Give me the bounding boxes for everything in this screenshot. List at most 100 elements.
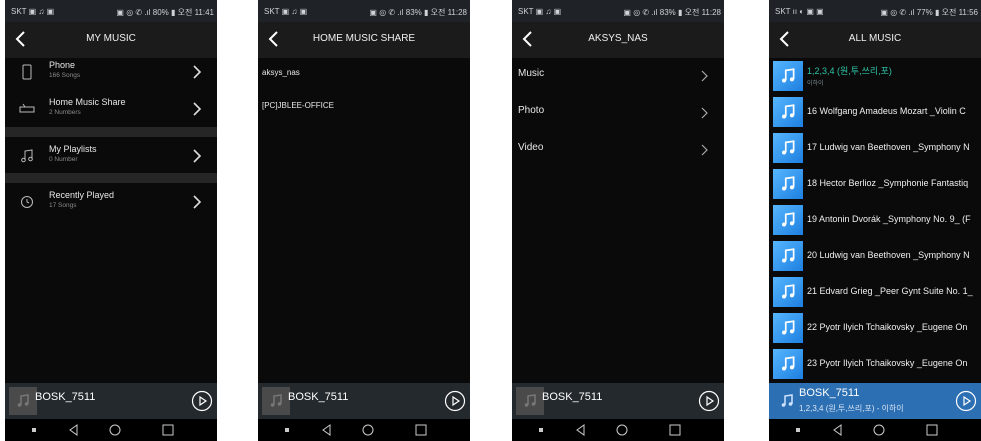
song-title: 16 Wolfgang Amadeus Mozart _Violin C [807,106,966,116]
play-button-icon[interactable] [191,390,213,412]
device-name: BOSK_7511 [799,387,860,399]
mini-player[interactable]: BOSK_7511 1,2,3,4 (원,투,쓰리,포) - 이하이 [769,383,981,419]
music-note-icon [781,394,793,407]
overview-square-icon[interactable] [925,423,939,437]
menu-item-label: Home Music Share [49,97,126,107]
music-note-icon [21,149,33,163]
song-title: 17 Ludwig van Beethoven _Symphony N [807,142,970,152]
album-art [773,277,803,307]
home-circle-icon[interactable] [872,423,886,437]
overview-square-icon[interactable] [161,423,175,437]
play-button-icon[interactable] [955,390,977,412]
menu-item-home-music-share[interactable]: Home Music Share 2 Numbers [5,95,217,125]
album-art [773,133,803,163]
song-row[interactable]: 20 Ludwig van Beethoven _Symphony N [769,238,981,274]
album-art [516,387,544,415]
mini-player[interactable]: BOSK_7511 [512,383,724,419]
menu-item-my-playlists[interactable]: My Playlists 0 Number [5,142,217,172]
chevron-right-icon [701,70,708,82]
menu-list: Phone 166 Songs Home Music Share 2 Numbe… [5,58,217,383]
home-circle-icon[interactable] [615,423,629,437]
status-bar: SKT ▣ ♫ ▣ ▣ ◎ ✆ .ıl 80% ▮ 오전 11:41 [5,0,217,22]
folder-label: Music [518,68,545,79]
android-nav-bar [512,419,724,441]
menu-item-phone[interactable]: Phone 166 Songs [5,58,217,88]
song-title: 18 Hector Berlioz _Symphonie Fantastiq [807,178,969,188]
status-right: ▣ ◎ ✆ .ıl 80% ▮ 오전 11:41 [116,8,214,17]
music-note-icon [782,176,795,191]
back-triangle-icon[interactable] [320,423,334,437]
folder-item-music[interactable]: Music [512,62,724,86]
song-row[interactable]: 1,2,3,4 (원,투,쓰리,포) 이하이 [769,58,981,94]
recent-apps-dot-icon[interactable] [280,423,294,437]
folder-item-video[interactable]: Video [512,136,724,160]
page-title: AKSYS_NAS [588,33,648,44]
song-row[interactable]: 23 Pyotr Ilyich Tchaikovsky _Eugene On [769,346,981,382]
back-triangle-icon[interactable] [831,423,845,437]
folder-item-photo[interactable]: Photo [512,99,724,123]
section-divider [5,127,217,137]
menu-item-label: Phone [49,60,76,70]
status-left: SKT ▣ ♫ ▣ [11,7,55,16]
section-divider [5,173,217,183]
title-bar: HOME MUSIC SHARE [258,22,470,58]
recent-apps-dot-icon[interactable] [791,423,805,437]
device-name: BOSK_7511 [288,391,349,403]
mini-player[interactable]: BOSK_7511 [258,383,470,419]
back-triangle-icon[interactable] [574,423,588,437]
status-bar: SKT ıı ◐ ▣ ▣ ▣ ◎ ✆ .ıl 77% ▮ 오전 11:56 [769,0,981,22]
music-note-icon [782,68,795,83]
android-nav-bar [258,419,470,441]
server-item-pc-jblee-office[interactable]: [PC]JBLEE-OFFICE [262,101,334,110]
song-title: 23 Pyotr Ilyich Tchaikovsky _Eugene On [807,358,968,368]
music-note-icon [782,140,795,155]
home-circle-icon[interactable] [361,423,375,437]
page-title: HOME MUSIC SHARE [312,33,416,44]
status-bar: SKT ▣ ♫ ▣ ▣ ◎ ✆ .ıl 83% ▮ 오전 11:28 [512,0,724,22]
album-art [773,387,801,415]
screen-aksys-nas: SKT ▣ ♫ ▣ ▣ ◎ ✆ .ıl 83% ▮ 오전 11:28 AKSYS… [512,0,724,441]
song-row[interactable]: 22 Pyotr Ilyich Tchaikovsky _Eugene On [769,310,981,346]
chevron-right-icon [701,144,708,156]
music-note-icon [782,284,795,299]
play-button-icon[interactable] [698,390,720,412]
back-triangle-icon[interactable] [67,423,81,437]
title-bar: ALL MUSIC [769,22,981,58]
device-name: BOSK_7511 [542,391,603,403]
menu-item-label: My Playlists [49,144,97,154]
menu-item-recently-played[interactable]: Recently Played 17 Songs [5,188,217,218]
menu-item-count: 17 Songs [49,202,77,209]
recent-apps-dot-icon[interactable] [534,423,548,437]
server-item-aksys-nas[interactable]: aksys_nas [262,68,300,77]
album-art [773,61,803,91]
home-circle-icon[interactable] [108,423,122,437]
overview-square-icon[interactable] [668,423,682,437]
server-list: aksys_nas [PC]JBLEE-OFFICE [258,58,470,383]
android-nav-bar [5,419,217,441]
music-note-icon [782,212,795,227]
song-title: 1,2,3,4 (원,투,쓰리,포) [807,66,892,76]
play-button-icon[interactable] [444,390,466,412]
status-right: ▣ ◎ ✆ .ıl 77% ▮ 오전 11:56 [880,8,978,17]
song-row[interactable]: 19 Antonin Dvorák _Symphony No. 9_ (F [769,202,981,238]
status-right: ▣ ◎ ✆ .ıl 83% ▮ 오전 11:28 [369,8,467,17]
title-bar: AKSYS_NAS [512,22,724,58]
chevron-right-icon [193,65,202,79]
now-playing-track: 1,2,3,4 (원,투,쓰리,포) - 이하이 [799,404,904,413]
menu-item-label: Recently Played [49,190,115,200]
song-row[interactable]: 17 Ludwig van Beethoven _Symphony N [769,130,981,166]
page-title: ALL MUSIC [848,33,902,44]
music-note-icon [782,104,795,119]
song-row[interactable]: 18 Hector Berlioz _Symphonie Fantastiq [769,166,981,202]
overview-square-icon[interactable] [414,423,428,437]
music-note-icon [270,394,282,407]
recent-apps-dot-icon[interactable] [27,423,41,437]
mini-player[interactable]: BOSK_7511 [5,383,217,419]
song-row[interactable]: 21 Edvard Grieg _Peer Gynt Suite No. 1_ [769,274,981,310]
chevron-right-icon [701,107,708,119]
album-art [773,349,803,379]
song-row[interactable]: 16 Wolfgang Amadeus Mozart _Violin C [769,94,981,130]
status-bar: SKT ▣ ♫ ▣ ▣ ◎ ✆ .ıl 83% ▮ 오전 11:28 [258,0,470,22]
chevron-right-icon [193,195,202,209]
menu-item-count: 166 Songs [49,72,81,79]
